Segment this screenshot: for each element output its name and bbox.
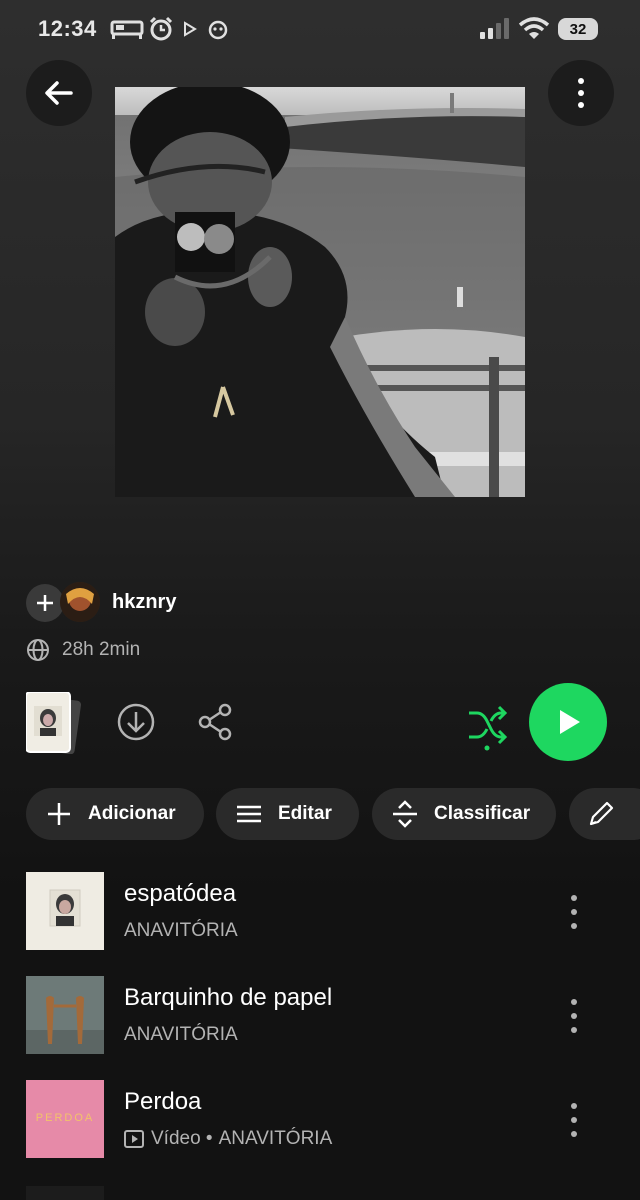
alarm-icon (149, 16, 173, 41)
track-row[interactable]: Barquinho de papel ANAVITÓRIA (0, 976, 640, 1056)
track-row[interactable]: espatódea ANAVITÓRIA (0, 872, 640, 952)
bed-icon (110, 20, 144, 39)
track-more-button[interactable] (562, 894, 586, 930)
wifi-icon (518, 17, 550, 39)
track-artwork (26, 1186, 104, 1200)
play-button[interactable] (529, 683, 607, 761)
track-artist-name: ANAVITÓRIA (124, 920, 238, 941)
add-chip-button[interactable]: Adicionar (26, 788, 204, 840)
share-button[interactable] (196, 702, 236, 742)
video-label: Vídeo • (151, 1128, 213, 1149)
edit-chip-label: Editar (278, 803, 332, 824)
edit-chip-button[interactable]: Editar (216, 788, 359, 840)
track-more-button[interactable] (562, 1102, 586, 1138)
preview-thumbnail-button[interactable] (25, 691, 82, 755)
signal-icon (480, 18, 509, 39)
plus-icon (37, 595, 53, 611)
owner-name[interactable]: hkznry (112, 591, 176, 614)
app-notification-icon (208, 20, 228, 40)
track-title: espatódea (124, 880, 237, 907)
track-artist-name: ANAVITÓRIA (218, 1128, 333, 1149)
globe-icon (27, 639, 49, 661)
track-artist: Vídeo • ANAVITÓRIA (124, 1128, 332, 1150)
play-icon (560, 710, 580, 734)
more-options-button[interactable] (548, 60, 614, 126)
back-button[interactable] (26, 60, 92, 126)
add-chip-label: Adicionar (88, 803, 176, 824)
playlist-cover-image (115, 87, 525, 497)
track-row[interactable]: PERDOA Perdoa Vídeo • ANAVITÓRIA (0, 1080, 640, 1160)
battery-level: 32 (569, 20, 587, 38)
track-artist-name: ANAVITÓRIA (124, 1024, 238, 1045)
edit-details-chip-button[interactable] (569, 788, 640, 840)
playlist-duration: 28h 2min (62, 639, 141, 660)
add-to-library-button[interactable] (26, 584, 64, 622)
lines-icon (237, 805, 261, 823)
sort-icon (393, 800, 417, 828)
sort-chip-label: Classificar (434, 803, 531, 824)
track-artwork: PERDOA (26, 1080, 104, 1158)
sort-chip-button[interactable]: Classificar (372, 788, 556, 840)
video-icon (124, 1130, 144, 1148)
download-button[interactable] (116, 702, 156, 742)
vertical-dots-icon (578, 78, 584, 108)
track-more-button[interactable] (562, 998, 586, 1034)
status-bar: 12:34 32 (0, 0, 640, 60)
pencil-icon (589, 801, 614, 826)
shuffle-button[interactable] (465, 703, 509, 753)
track-artwork (26, 872, 104, 950)
track-title: Perdoa (124, 1088, 202, 1115)
track-artist: ANAVITÓRIA (124, 920, 238, 942)
arrow-left-icon (45, 81, 73, 105)
track-artwork (26, 976, 104, 1054)
play-notification-icon (184, 21, 197, 37)
track-artwork-text: PERDOA (35, 1112, 95, 1124)
track-title: Barquinho de papel (124, 984, 333, 1011)
track-artist: ANAVITÓRIA (124, 1024, 238, 1046)
owner-avatar[interactable] (60, 582, 100, 622)
status-time: 12:34 (38, 16, 97, 41)
battery-icon: 32 (558, 18, 598, 40)
plus-icon (48, 803, 70, 825)
